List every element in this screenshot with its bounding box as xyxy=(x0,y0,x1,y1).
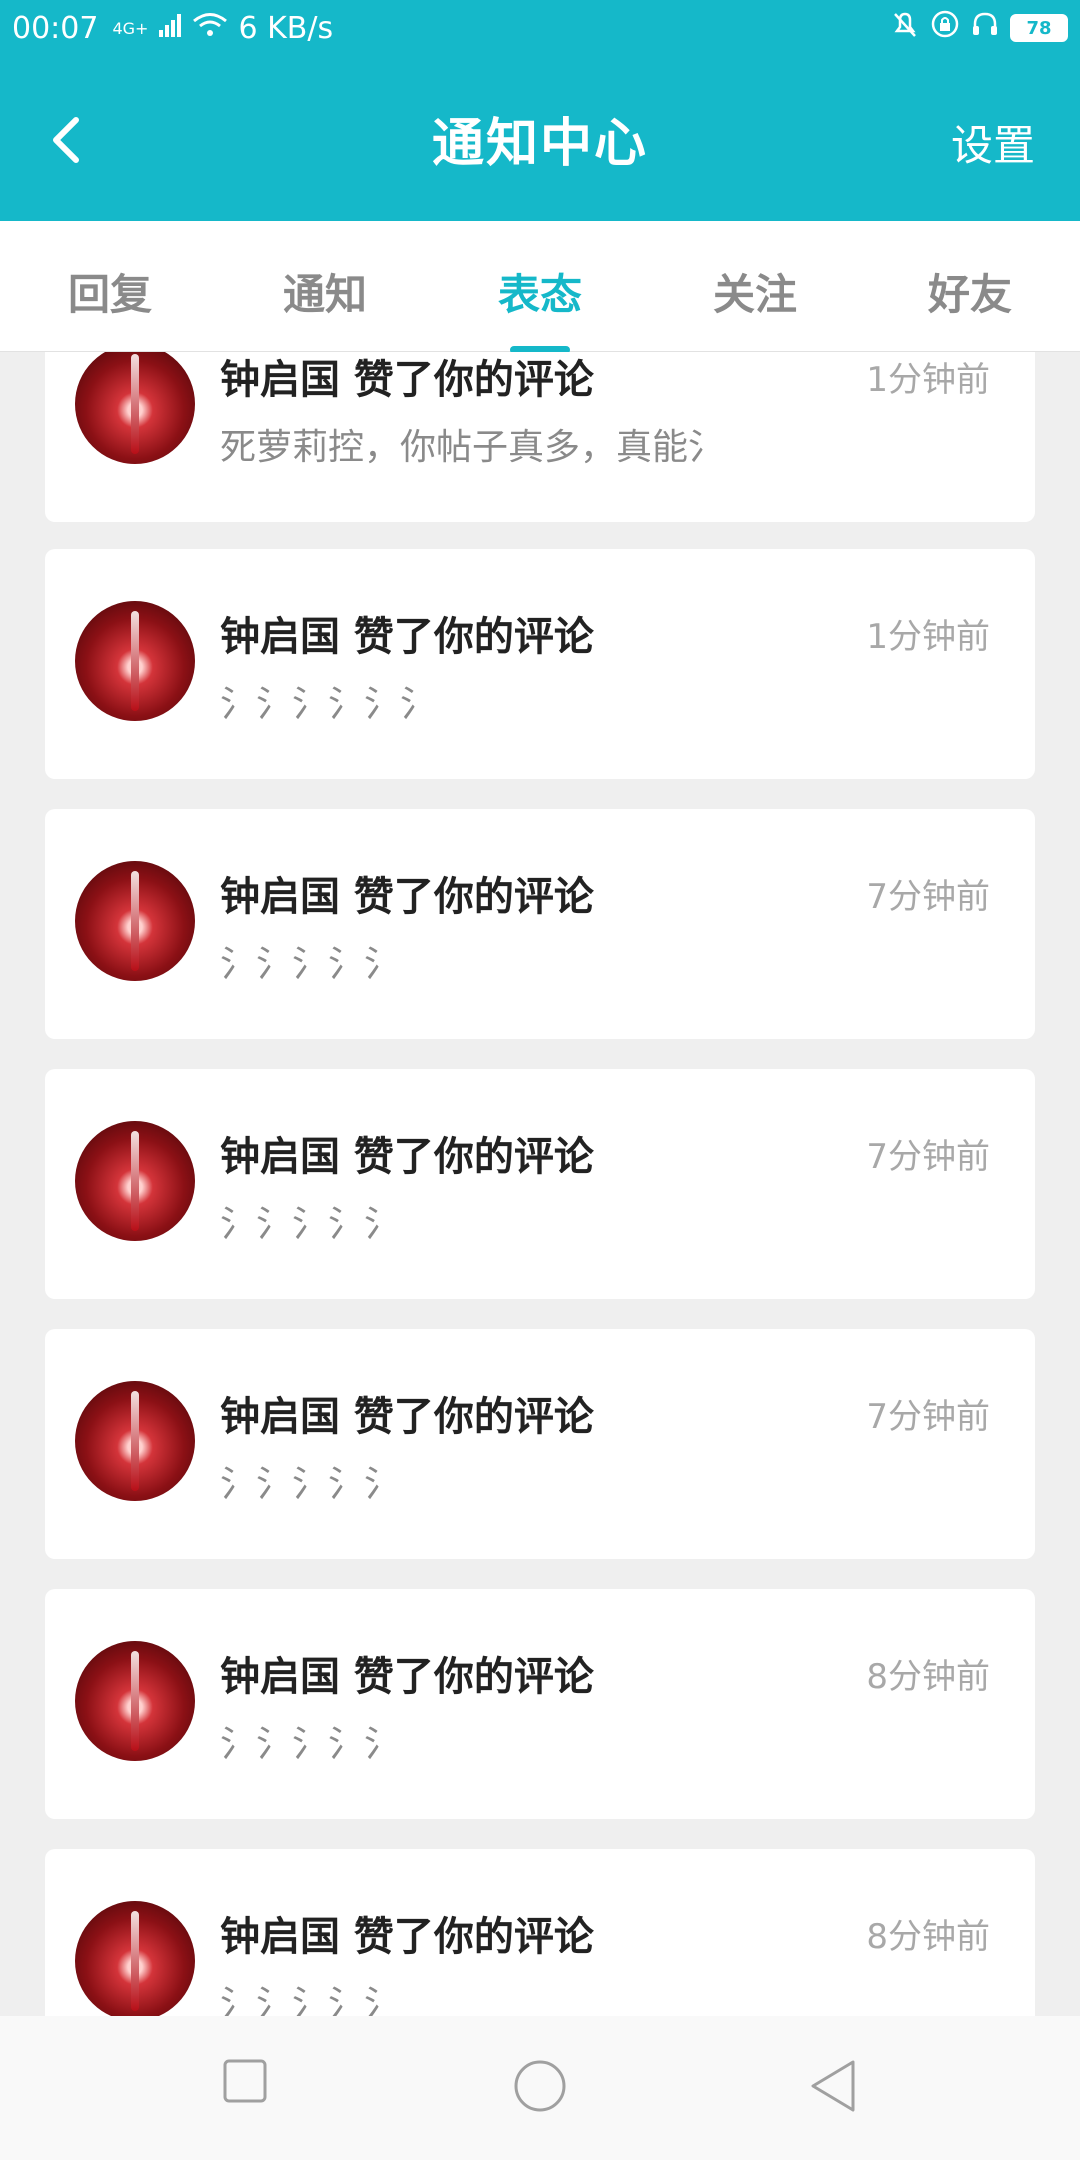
tab-bar: 回复 通知 表态 关注 好友 xyxy=(0,221,1080,354)
lock-icon xyxy=(930,9,960,47)
avatar[interactable] xyxy=(75,601,195,721)
avatar[interactable] xyxy=(75,1381,195,1501)
list-item[interactable]: 钟启国 赞了你的评论 1分钟前 死萝莉控，你帖子真多，真能氵 xyxy=(45,352,1035,522)
notification-title: 钟启国 赞了你的评论 xyxy=(220,1654,594,1700)
avatar[interactable] xyxy=(75,861,195,981)
mute-bell-icon xyxy=(890,9,920,47)
status-right: 78 xyxy=(890,9,1068,47)
battery-indicator: 78 xyxy=(1010,14,1068,42)
avatar[interactable] xyxy=(75,1641,195,1761)
notification-title: 钟启国 赞了你的评论 xyxy=(220,1134,594,1180)
wifi-icon xyxy=(192,11,228,46)
system-nav-bar xyxy=(0,2016,1080,2160)
list-item[interactable]: 钟启国 赞了你的评论 8分钟前 氵氵氵氵氵 xyxy=(45,1849,1035,2016)
notification-time: 1分钟前 xyxy=(866,617,990,657)
recents-button[interactable] xyxy=(222,2058,268,2108)
status-bar: 00:07 4G+ 6 KB/s 78 xyxy=(0,0,1080,56)
notification-time: 8分钟前 xyxy=(866,1657,990,1697)
notification-content: 氵氵氵氵氵 xyxy=(220,1464,401,1505)
avatar[interactable] xyxy=(75,1121,195,1241)
list-item[interactable]: 钟启国 赞了你的评论 7分钟前 氵氵氵氵氵 xyxy=(45,1069,1035,1299)
notification-title: 钟启国 赞了你的评论 xyxy=(220,1914,594,1960)
notification-content: 氵氵氵氵氵 xyxy=(220,1724,401,1765)
notification-content: 氵氵氵氵氵 xyxy=(220,944,401,985)
app-header: 通知中心 设置 xyxy=(0,56,1080,221)
status-time: 00:07 xyxy=(12,10,99,46)
settings-button[interactable]: 设置 xyxy=(951,112,1035,173)
notification-title: 钟启国 赞了你的评论 xyxy=(220,357,594,403)
notification-time: 7分钟前 xyxy=(866,1397,990,1437)
avatar[interactable] xyxy=(75,1901,195,2016)
notification-time: 8分钟前 xyxy=(866,1917,990,1957)
tab-reaction[interactable]: 表态 xyxy=(450,261,630,322)
list-item[interactable]: 钟启国 赞了你的评论 1分钟前 氵氵氵氵氵氵 xyxy=(45,549,1035,779)
tab-follow[interactable]: 关注 xyxy=(665,261,845,322)
notification-title: 钟启国 赞了你的评论 xyxy=(220,614,594,660)
square-icon xyxy=(223,2059,267,2103)
list-item[interactable]: 钟启国 赞了你的评论 7分钟前 氵氵氵氵氵 xyxy=(45,1329,1035,1559)
back-nav-button[interactable] xyxy=(808,2058,858,2118)
home-button[interactable] xyxy=(512,2058,568,2118)
notification-content: 死萝莉控，你帖子真多，真能氵 xyxy=(220,427,725,468)
notification-title: 钟启国 赞了你的评论 xyxy=(220,1394,594,1440)
tab-reply[interactable]: 回复 xyxy=(20,261,200,322)
notification-time: 1分钟前 xyxy=(866,360,990,400)
signal-icon xyxy=(158,11,182,46)
notification-time: 7分钟前 xyxy=(866,877,990,917)
notification-content: 氵氵氵氵氵 xyxy=(220,1984,401,2016)
circle-icon xyxy=(514,2060,566,2112)
avatar[interactable] xyxy=(75,352,195,464)
notification-content: 氵氵氵氵氵 xyxy=(220,1204,401,1245)
notification-content: 氵氵氵氵氵氵 xyxy=(220,684,437,725)
notification-list[interactable]: 钟启国 赞了你的评论 1分钟前 死萝莉控，你帖子真多，真能氵 钟启国 赞了你的评… xyxy=(0,352,1080,2016)
notification-title: 钟启国 赞了你的评论 xyxy=(220,874,594,920)
network-type: 4G+ xyxy=(112,18,149,38)
status-left: 00:07 4G+ 6 KB/s xyxy=(12,11,333,46)
tab-friends[interactable]: 好友 xyxy=(880,261,1060,322)
list-item[interactable]: 钟启国 赞了你的评论 7分钟前 氵氵氵氵氵 xyxy=(45,809,1035,1039)
list-item[interactable]: 钟启国 赞了你的评论 8分钟前 氵氵氵氵氵 xyxy=(45,1589,1035,1819)
tab-notice[interactable]: 通知 xyxy=(235,261,415,322)
page-title: 通知中心 xyxy=(431,114,648,174)
network-speed: 6 KB/s xyxy=(238,10,334,46)
headphones-icon xyxy=(970,9,1000,47)
triangle-back-icon xyxy=(811,2060,855,2112)
notification-time: 7分钟前 xyxy=(866,1137,990,1177)
